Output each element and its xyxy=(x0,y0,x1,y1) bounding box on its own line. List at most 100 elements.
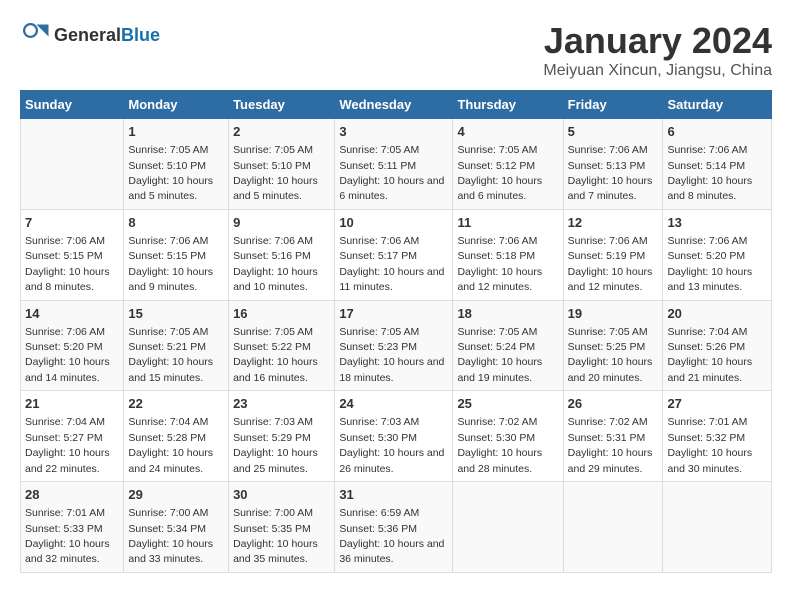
sunset-text: Sunset: 5:22 PM xyxy=(233,341,311,353)
weekday-header-wednesday: Wednesday xyxy=(335,91,453,119)
calendar-cell: 31 Sunrise: 6:59 AM Sunset: 5:36 PM Dayl… xyxy=(335,482,453,573)
sunrise-text: Sunrise: 7:06 AM xyxy=(128,235,208,247)
logo-text: GeneralBlue xyxy=(54,25,160,46)
sunset-text: Sunset: 5:18 PM xyxy=(457,250,535,262)
day-number: 7 xyxy=(25,214,119,232)
sunset-text: Sunset: 5:30 PM xyxy=(457,432,535,444)
sunrise-text: Sunrise: 7:05 AM xyxy=(339,144,419,156)
daylight-text: Daylight: 10 hours and 29 minutes. xyxy=(568,447,653,474)
weekday-header-monday: Monday xyxy=(124,91,229,119)
calendar-cell: 23 Sunrise: 7:03 AM Sunset: 5:29 PM Dayl… xyxy=(229,391,335,482)
sunset-text: Sunset: 5:32 PM xyxy=(667,432,745,444)
day-number: 1 xyxy=(128,123,224,141)
day-number: 15 xyxy=(128,305,224,323)
sunset-text: Sunset: 5:10 PM xyxy=(233,160,311,172)
daylight-text: Daylight: 10 hours and 8 minutes. xyxy=(667,175,752,202)
sunset-text: Sunset: 5:10 PM xyxy=(128,160,206,172)
daylight-text: Daylight: 10 hours and 10 minutes. xyxy=(233,266,318,293)
logo: GeneralBlue xyxy=(20,20,160,50)
sunrise-text: Sunrise: 7:06 AM xyxy=(568,144,648,156)
daylight-text: Daylight: 10 hours and 24 minutes. xyxy=(128,447,213,474)
daylight-text: Daylight: 10 hours and 12 minutes. xyxy=(457,266,542,293)
daylight-text: Daylight: 10 hours and 21 minutes. xyxy=(667,356,752,383)
week-row-4: 21 Sunrise: 7:04 AM Sunset: 5:27 PM Dayl… xyxy=(21,391,772,482)
week-row-2: 7 Sunrise: 7:06 AM Sunset: 5:15 PM Dayli… xyxy=(21,209,772,300)
location-title: Meiyuan Xincun, Jiangsu, China xyxy=(543,62,772,80)
day-number: 29 xyxy=(128,486,224,504)
daylight-text: Daylight: 10 hours and 18 minutes. xyxy=(339,356,444,383)
sunset-text: Sunset: 5:31 PM xyxy=(568,432,646,444)
sunset-text: Sunset: 5:25 PM xyxy=(568,341,646,353)
daylight-text: Daylight: 10 hours and 19 minutes. xyxy=(457,356,542,383)
sunset-text: Sunset: 5:33 PM xyxy=(25,523,103,535)
week-row-3: 14 Sunrise: 7:06 AM Sunset: 5:20 PM Dayl… xyxy=(21,300,772,391)
daylight-text: Daylight: 10 hours and 14 minutes. xyxy=(25,356,110,383)
sunrise-text: Sunrise: 7:05 AM xyxy=(128,144,208,156)
day-number: 13 xyxy=(667,214,767,232)
sunrise-text: Sunrise: 7:05 AM xyxy=(457,144,537,156)
day-number: 18 xyxy=(457,305,558,323)
day-number: 26 xyxy=(568,395,659,413)
day-number: 27 xyxy=(667,395,767,413)
daylight-text: Daylight: 10 hours and 5 minutes. xyxy=(233,175,318,202)
week-row-5: 28 Sunrise: 7:01 AM Sunset: 5:33 PM Dayl… xyxy=(21,482,772,573)
sunrise-text: Sunrise: 7:05 AM xyxy=(233,326,313,338)
daylight-text: Daylight: 10 hours and 20 minutes. xyxy=(568,356,653,383)
calendar-cell: 4 Sunrise: 7:05 AM Sunset: 5:12 PM Dayli… xyxy=(453,119,563,210)
day-number: 21 xyxy=(25,395,119,413)
day-number: 28 xyxy=(25,486,119,504)
logo-general: General xyxy=(54,25,121,45)
calendar-cell: 16 Sunrise: 7:05 AM Sunset: 5:22 PM Dayl… xyxy=(229,300,335,391)
calendar-cell: 29 Sunrise: 7:00 AM Sunset: 5:34 PM Dayl… xyxy=(124,482,229,573)
calendar-cell: 1 Sunrise: 7:05 AM Sunset: 5:10 PM Dayli… xyxy=(124,119,229,210)
daylight-text: Daylight: 10 hours and 28 minutes. xyxy=(457,447,542,474)
sunrise-text: Sunrise: 7:06 AM xyxy=(25,235,105,247)
sunset-text: Sunset: 5:28 PM xyxy=(128,432,206,444)
day-number: 9 xyxy=(233,214,330,232)
weekday-header-friday: Friday xyxy=(563,91,663,119)
weekday-header-sunday: Sunday xyxy=(21,91,124,119)
day-number: 3 xyxy=(339,123,448,141)
sunset-text: Sunset: 5:30 PM xyxy=(339,432,417,444)
sunrise-text: Sunrise: 7:05 AM xyxy=(233,144,313,156)
calendar-cell: 12 Sunrise: 7:06 AM Sunset: 5:19 PM Dayl… xyxy=(563,209,663,300)
calendar-cell: 20 Sunrise: 7:04 AM Sunset: 5:26 PM Dayl… xyxy=(663,300,772,391)
sunrise-text: Sunrise: 7:05 AM xyxy=(339,326,419,338)
calendar-cell: 2 Sunrise: 7:05 AM Sunset: 5:10 PM Dayli… xyxy=(229,119,335,210)
calendar-cell: 14 Sunrise: 7:06 AM Sunset: 5:20 PM Dayl… xyxy=(21,300,124,391)
calendar-cell: 9 Sunrise: 7:06 AM Sunset: 5:16 PM Dayli… xyxy=(229,209,335,300)
sunset-text: Sunset: 5:35 PM xyxy=(233,523,311,535)
sunrise-text: Sunrise: 7:00 AM xyxy=(128,507,208,519)
daylight-text: Daylight: 10 hours and 32 minutes. xyxy=(25,538,110,565)
sunrise-text: Sunrise: 7:05 AM xyxy=(128,326,208,338)
sunset-text: Sunset: 5:15 PM xyxy=(128,250,206,262)
daylight-text: Daylight: 10 hours and 6 minutes. xyxy=(339,175,444,202)
sunset-text: Sunset: 5:19 PM xyxy=(568,250,646,262)
daylight-text: Daylight: 10 hours and 36 minutes. xyxy=(339,538,444,565)
calendar-cell xyxy=(21,119,124,210)
calendar-cell: 22 Sunrise: 7:04 AM Sunset: 5:28 PM Dayl… xyxy=(124,391,229,482)
calendar-cell: 21 Sunrise: 7:04 AM Sunset: 5:27 PM Dayl… xyxy=(21,391,124,482)
day-number: 5 xyxy=(568,123,659,141)
calendar-cell: 30 Sunrise: 7:00 AM Sunset: 5:35 PM Dayl… xyxy=(229,482,335,573)
calendar-cell: 28 Sunrise: 7:01 AM Sunset: 5:33 PM Dayl… xyxy=(21,482,124,573)
sunrise-text: Sunrise: 7:03 AM xyxy=(233,416,313,428)
sunrise-text: Sunrise: 7:03 AM xyxy=(339,416,419,428)
daylight-text: Daylight: 10 hours and 6 minutes. xyxy=(457,175,542,202)
day-number: 17 xyxy=(339,305,448,323)
sunset-text: Sunset: 5:16 PM xyxy=(233,250,311,262)
sunrise-text: Sunrise: 7:06 AM xyxy=(339,235,419,247)
daylight-text: Daylight: 10 hours and 30 minutes. xyxy=(667,447,752,474)
day-number: 25 xyxy=(457,395,558,413)
calendar-cell: 11 Sunrise: 7:06 AM Sunset: 5:18 PM Dayl… xyxy=(453,209,563,300)
day-number: 14 xyxy=(25,305,119,323)
sunrise-text: Sunrise: 7:06 AM xyxy=(568,235,648,247)
calendar-cell: 18 Sunrise: 7:05 AM Sunset: 5:24 PM Dayl… xyxy=(453,300,563,391)
day-number: 2 xyxy=(233,123,330,141)
day-number: 19 xyxy=(568,305,659,323)
sunrise-text: Sunrise: 7:00 AM xyxy=(233,507,313,519)
sunset-text: Sunset: 5:15 PM xyxy=(25,250,103,262)
title-block: January 2024 Meiyuan Xincun, Jiangsu, Ch… xyxy=(543,20,772,80)
daylight-text: Daylight: 10 hours and 22 minutes. xyxy=(25,447,110,474)
calendar-cell: 26 Sunrise: 7:02 AM Sunset: 5:31 PM Dayl… xyxy=(563,391,663,482)
